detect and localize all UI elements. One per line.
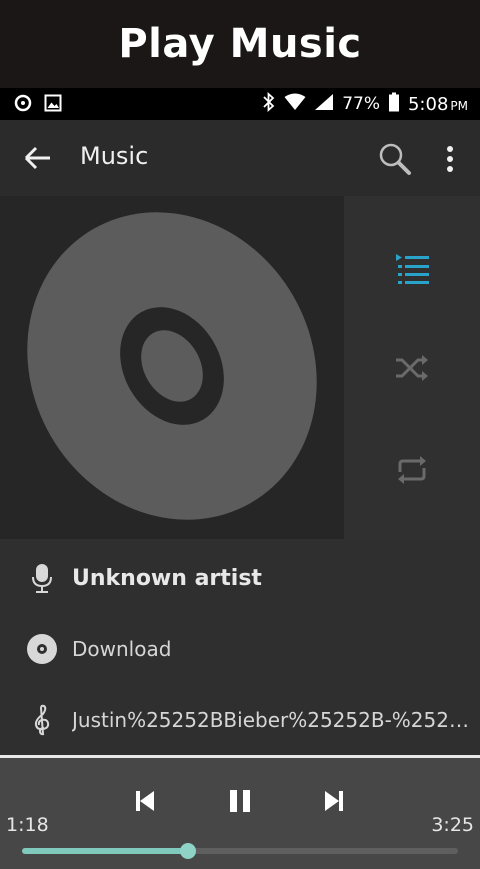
- banner-title: Play Music: [118, 21, 362, 67]
- repeat-button[interactable]: [392, 450, 432, 490]
- skip-previous-icon: [136, 791, 154, 811]
- album-disc-icon: [27, 634, 57, 664]
- repeat-icon: [398, 456, 426, 484]
- battery-percent: 77%: [342, 94, 380, 114]
- queue-list-icon: [396, 254, 429, 284]
- album-name: Download: [72, 637, 172, 661]
- pause-icon: [230, 790, 250, 812]
- app-bar: Music: [0, 120, 480, 196]
- album-art: [0, 196, 344, 539]
- disc-icon: [27, 212, 317, 520]
- seek-bar[interactable]: [22, 843, 458, 859]
- elapsed-time: 1:18: [6, 814, 49, 836]
- playlist-button[interactable]: [392, 248, 432, 288]
- clock: 5:08 PM: [407, 93, 468, 115]
- search-icon: [379, 143, 411, 175]
- shuffle-icon: [396, 355, 428, 381]
- bluetooth-icon: [262, 91, 276, 117]
- treble-clef-icon: [34, 704, 50, 736]
- previous-button[interactable]: [127, 786, 163, 816]
- song-title: Justin%25252BBieber%25252B-%25252B…: [72, 708, 472, 732]
- arrow-back-icon: [24, 146, 50, 170]
- more-vert-icon: [447, 146, 453, 172]
- pause-button[interactable]: [222, 786, 258, 816]
- back-button[interactable]: [22, 144, 54, 172]
- image-notification-icon: [44, 94, 62, 117]
- status-bar: 77% 5:08 PM: [0, 88, 480, 120]
- artist-name: Unknown artist: [72, 565, 262, 591]
- search-button[interactable]: [378, 142, 412, 176]
- playback-options-panel: [344, 196, 480, 539]
- total-duration: 3:25: [431, 814, 474, 836]
- song-row: Justin%25252BBieber%25252B-%25252B…: [0, 685, 480, 755]
- skip-next-icon: [325, 791, 343, 811]
- promo-banner: Play Music: [0, 0, 480, 88]
- battery-icon: [388, 92, 400, 117]
- next-button[interactable]: [316, 786, 352, 816]
- wifi-icon: [284, 93, 306, 116]
- player-controls: 1:18 3:25: [0, 758, 480, 869]
- media-notification-icon: [14, 94, 32, 117]
- album-row: Download: [0, 614, 480, 684]
- overflow-menu-button[interactable]: [438, 142, 462, 176]
- artist-row: Unknown artist: [0, 543, 480, 613]
- seek-bar-progress: [22, 848, 188, 854]
- seek-bar-thumb[interactable]: [179, 843, 196, 859]
- signal-icon: [314, 93, 334, 116]
- microphone-icon: [32, 564, 52, 593]
- shuffle-button[interactable]: [392, 348, 432, 388]
- page-title: Music: [80, 142, 149, 170]
